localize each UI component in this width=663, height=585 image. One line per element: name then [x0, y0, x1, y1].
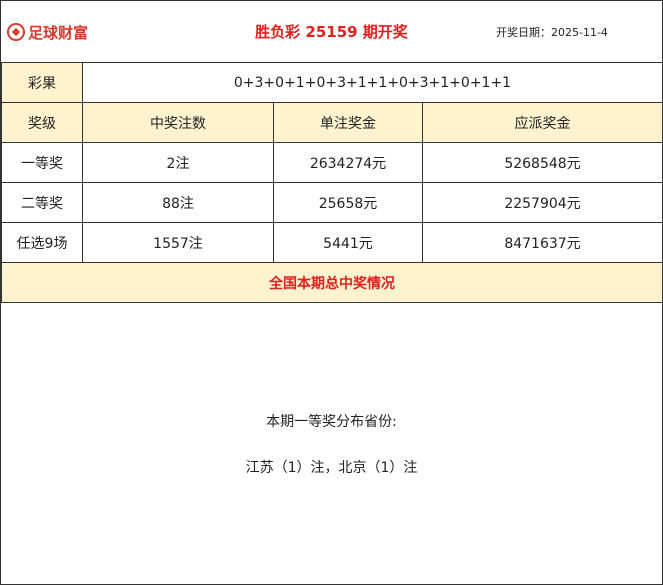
- cell-per-bet-prize: 5441元: [273, 222, 423, 263]
- header-winners: 中奖注数: [82, 102, 274, 143]
- cell-level: 任选9场: [1, 222, 83, 263]
- header-level: 奖级: [1, 102, 83, 143]
- summary-title-row: 全国本期总中奖情况: [1, 262, 663, 303]
- cell-total-prize: 5268548元: [422, 142, 663, 183]
- cell-per-bet-prize: 2634274元: [273, 142, 423, 183]
- summary-title: 全国本期总中奖情况: [1, 262, 663, 303]
- table-header-row: 奖级 中奖注数 单注奖金 应派奖金: [1, 102, 663, 143]
- draw-date-label: 开奖日期：: [496, 26, 551, 39]
- distribution-section: 本期一等奖分布省份: 江苏（1）注，北京（1）注: [1, 302, 662, 584]
- table-row: 二等奖 88注 25658元 2257904元: [1, 182, 663, 223]
- distribution-title: 本期一等奖分布省份:: [266, 414, 397, 430]
- cell-per-bet-prize: 25658元: [273, 182, 423, 223]
- cell-winners: 1557注: [82, 222, 274, 263]
- result-label: 彩果: [1, 62, 83, 103]
- header: 足球财富 胜负彩 25159 期开奖 开奖日期：2025-11-4: [1, 1, 662, 62]
- table-row: 任选9场 1557注 5441元 8471637元: [1, 222, 663, 263]
- cell-winners: 88注: [82, 182, 274, 223]
- distribution-list: 江苏（1）注，北京（1）注: [245, 460, 418, 476]
- header-per-bet-prize: 单注奖金: [273, 102, 423, 143]
- cell-winners: 2注: [82, 142, 274, 183]
- header-total-prize: 应派奖金: [422, 102, 663, 143]
- draw-date-value: 2025-11-4: [551, 26, 608, 39]
- cell-level: 一等奖: [1, 142, 83, 183]
- draw-date: 开奖日期：2025-11-4: [496, 24, 608, 40]
- result-value: 0+3+0+1+0+3+1+1+0+3+1+0+1+1: [82, 62, 663, 103]
- cell-total-prize: 8471637元: [422, 222, 663, 263]
- cell-level: 二等奖: [1, 182, 83, 223]
- cell-total-prize: 2257904元: [422, 182, 663, 223]
- result-row: 彩果 0+3+0+1+0+3+1+1+0+3+1+0+1+1: [1, 62, 663, 103]
- table-row: 一等奖 2注 2634274元 5268548元: [1, 142, 663, 183]
- prize-table: 彩果 0+3+0+1+0+3+1+1+0+3+1+0+1+1 奖级 中奖注数 单…: [1, 62, 663, 303]
